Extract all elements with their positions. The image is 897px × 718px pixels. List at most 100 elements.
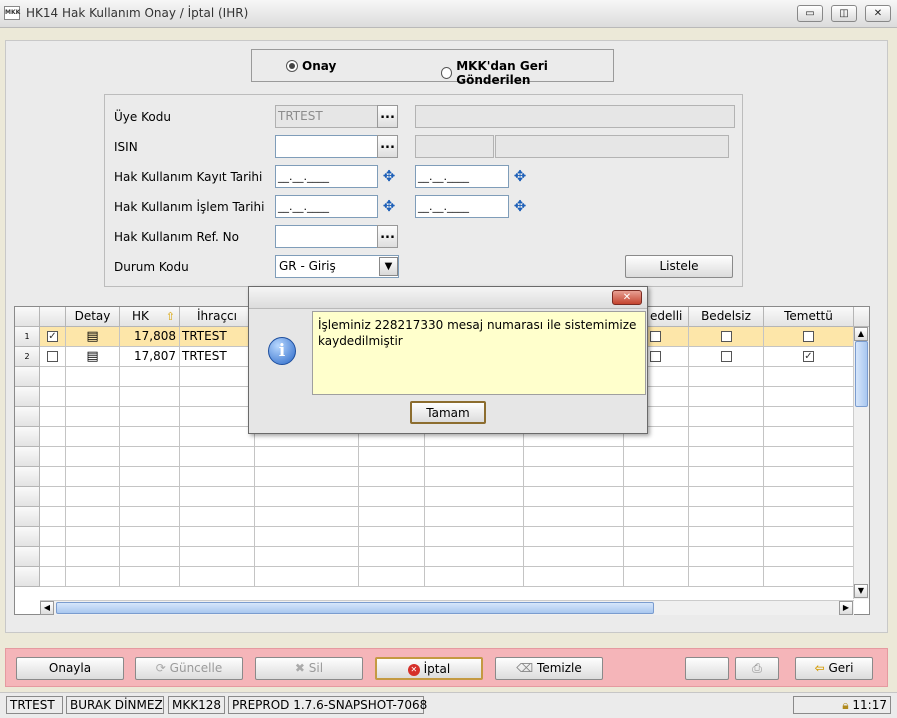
calendar-icon[interactable]: ✥: [510, 165, 530, 187]
empty-cell: [624, 547, 689, 567]
checkbox-checked-icon[interactable]: ✓: [47, 331, 58, 342]
listele-button[interactable]: Listele: [625, 255, 733, 278]
durum-kodu-select[interactable]: GR - Giriş ▼: [275, 255, 399, 278]
temettu-cell[interactable]: [764, 327, 854, 347]
empty-cell: [180, 367, 255, 387]
row-number: 2: [15, 347, 40, 367]
row-select-cell[interactable]: [40, 347, 66, 367]
empty-cell: [66, 567, 120, 587]
checkbox-icon[interactable]: [720, 331, 732, 342]
window-close-button[interactable]: ✕: [865, 5, 891, 22]
detail-cell[interactable]: ▤: [66, 327, 120, 347]
empty-cell: [764, 507, 854, 527]
grid-header-ihracci[interactable]: İhraçcı: [180, 307, 255, 327]
horizontal-scroll-thumb[interactable]: [56, 602, 654, 614]
checkbox-icon[interactable]: [720, 351, 732, 362]
uye-kodu-lookup-button[interactable]: ...: [377, 105, 398, 128]
dialog-close-button[interactable]: ✕: [612, 290, 642, 305]
radio-onay[interactable]: Onay: [286, 59, 336, 73]
horizontal-scrollbar[interactable]: ◀ ▶: [40, 600, 854, 615]
empty-cell: [689, 447, 764, 467]
status-user-code: TRTEST: [6, 696, 63, 714]
empty-cell: [689, 567, 764, 587]
empty-cell: [255, 467, 359, 487]
calendar-icon[interactable]: ✥: [379, 195, 399, 217]
isin-description: [495, 135, 729, 158]
row-header: [15, 487, 40, 507]
radio-mkk-geri[interactable]: MKK'dan Geri Gönderilen: [441, 59, 613, 87]
empty-cell: [425, 547, 524, 567]
detail-list-icon[interactable]: ▤: [86, 349, 98, 364]
restore-button[interactable]: ◫: [831, 5, 857, 22]
empty-cell: [524, 547, 624, 567]
grid-header-bedelsiz[interactable]: Bedelsiz: [689, 307, 764, 327]
vertical-scrollbar[interactable]: ▲ ▼: [853, 327, 869, 599]
grid-header-detay[interactable]: Detay: [66, 307, 120, 327]
detail-cell[interactable]: ▤: [66, 347, 120, 367]
empty-cell: [40, 367, 66, 387]
empty-cell: [40, 507, 66, 527]
empty-cell: [764, 407, 854, 427]
checkbox-icon[interactable]: [650, 351, 661, 362]
scroll-right-icon[interactable]: ▶: [839, 601, 853, 615]
checkbox-icon[interactable]: [47, 351, 58, 362]
islem-tarihi-end-input[interactable]: __.__.____: [415, 195, 509, 218]
row-header: [15, 507, 40, 527]
status-user-name: BURAK DİNMEZ: [66, 696, 164, 714]
scroll-down-icon[interactable]: ▼: [854, 584, 868, 598]
geri-label: Geri: [828, 661, 854, 675]
empty-cell: [524, 567, 624, 587]
ref-no-label: Hak Kullanım Ref. No: [114, 230, 239, 244]
calendar-icon[interactable]: ✥: [379, 165, 399, 187]
empty-cell: [425, 567, 524, 587]
scroll-up-icon[interactable]: ▲: [854, 327, 868, 341]
tamam-button[interactable]: Tamam: [410, 401, 486, 424]
ref-no-lookup-button[interactable]: ...: [377, 225, 398, 248]
temettu-cell[interactable]: ✓: [764, 347, 854, 367]
bedelsiz-cell[interactable]: [689, 327, 764, 347]
uye-kodu-input[interactable]: TRTEST: [275, 105, 378, 128]
bedelsiz-cell[interactable]: [689, 347, 764, 367]
vertical-scroll-thumb[interactable]: [855, 341, 868, 407]
blank-button[interactable]: [685, 657, 729, 680]
empty-cell: [40, 447, 66, 467]
empty-cell: [255, 567, 359, 587]
guncelle-button[interactable]: ⟳ Güncelle: [135, 657, 243, 680]
chevron-down-icon[interactable]: ▼: [379, 257, 398, 276]
row-header: [15, 527, 40, 547]
action-toolbar: Onayla ⟳ Güncelle ✖ Sil ✕ İptal ⌫ Temizl…: [5, 648, 888, 687]
grid-header-temettu[interactable]: Temettü: [764, 307, 854, 327]
empty-cell: [524, 487, 624, 507]
row-header: [15, 367, 40, 387]
checkbox-icon[interactable]: [650, 331, 661, 342]
kayit-tarihi-end-input[interactable]: __.__.____: [415, 165, 509, 188]
delete-icon: ✖: [294, 661, 305, 675]
calendar-icon[interactable]: ✥: [510, 195, 530, 217]
info-dialog: ✕ i İşleminiz 228217330 mesaj numarası i…: [248, 286, 648, 434]
row-select-cell[interactable]: ✓: [40, 327, 66, 347]
empty-cell: [120, 427, 180, 447]
row-header: [15, 547, 40, 567]
sil-label: Sil: [308, 661, 324, 675]
ref-no-input[interactable]: [275, 225, 378, 248]
isin-input[interactable]: [275, 135, 378, 158]
checkbox-checked-icon[interactable]: ✓: [803, 351, 814, 362]
empty-cell: [120, 567, 180, 587]
kayit-tarihi-start-input[interactable]: __.__.____: [275, 165, 378, 188]
checkbox-icon[interactable]: [803, 331, 814, 342]
sil-button[interactable]: ✖ Sil: [255, 657, 363, 680]
islem-tarihi-start-input[interactable]: __.__.____: [275, 195, 378, 218]
isin-lookup-button[interactable]: ...: [377, 135, 398, 158]
row-header: [15, 427, 40, 447]
minimize-button[interactable]: ▭: [797, 5, 823, 22]
geri-button[interactable]: ⇦ Geri: [795, 657, 873, 680]
cancel-icon: ✕: [407, 663, 420, 676]
iptal-button[interactable]: ✕ İptal: [375, 657, 483, 680]
empty-cell: [180, 487, 255, 507]
print-button[interactable]: ⎙: [735, 657, 779, 680]
onayla-button[interactable]: Onayla: [16, 657, 124, 680]
scroll-left-icon[interactable]: ◀: [40, 601, 54, 615]
detail-list-icon[interactable]: ▤: [86, 329, 98, 344]
temizle-button[interactable]: ⌫ Temizle: [495, 657, 603, 680]
grid-header-hk[interactable]: HK ⇧: [120, 307, 180, 327]
